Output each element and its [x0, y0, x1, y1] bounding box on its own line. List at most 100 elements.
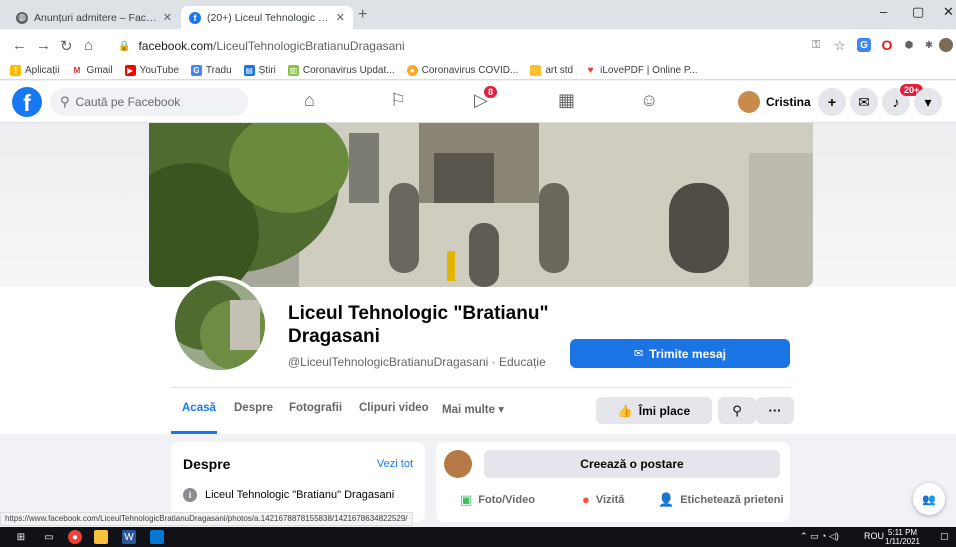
bookmark-ilovepdf[interactable]: ♥ iLovePDF | Online P...	[585, 65, 698, 76]
bookmark-label: YouTube	[139, 65, 179, 76]
bookmark-apps[interactable]: ⋮ Aplicații	[10, 65, 59, 76]
star-icon[interactable]: ☆	[834, 38, 846, 54]
reload-icon[interactable]: ↻	[60, 37, 73, 55]
search-input[interactable]: ⚲ Caută pe Facebook	[50, 88, 248, 116]
notification-center-icon[interactable]: ▢	[940, 531, 949, 542]
messenger-icon[interactable]: ✉	[850, 88, 878, 116]
about-card: Despre Vezi tot i Liceul Tehnologic "Bra…	[171, 442, 425, 522]
groups-nav-icon[interactable]: ☺	[640, 90, 658, 111]
back-icon[interactable]: ←	[12, 37, 27, 54]
search-placeholder: Caută pe Facebook	[75, 95, 181, 109]
tab-facebook[interactable]: f (20+) Liceul Tehnologic "Bratianu ✕	[181, 6, 353, 29]
tab-acasa[interactable]: Acasă	[182, 402, 216, 414]
puzzle-icon[interactable]: ✱	[922, 38, 936, 52]
translate-icon: G	[190, 65, 202, 76]
bookmark-site-icon: ●	[406, 65, 418, 76]
messenger-icon: ✉	[634, 348, 644, 360]
word-icon[interactable]: W	[122, 530, 136, 544]
tray-icons[interactable]: ⌃ ▭ ◔ ◁)	[800, 531, 839, 542]
page-handle: @LiceulTehnologicBratianuDragasani · Edu…	[288, 355, 546, 369]
photo-video-button[interactable]: ▣ Foto/Video	[460, 492, 535, 508]
like-page-button[interactable]: 👍 Îmi place	[596, 397, 712, 424]
marketplace-nav-icon[interactable]: ▦	[558, 90, 575, 111]
bookmark-label: Tradu	[205, 65, 232, 76]
clock-date: 1/11/2021	[885, 537, 920, 546]
home-nav-icon[interactable]: ⌂	[304, 90, 315, 111]
bookmark-coronavirus-covid[interactable]: ● Coronavirus COVID...	[406, 65, 518, 76]
send-message-button[interactable]: ✉ Trimite mesaj	[570, 339, 790, 368]
create-button[interactable]: +	[818, 88, 846, 116]
divider	[171, 387, 791, 388]
photo-icon: ▣	[460, 492, 473, 507]
bookmark-label: Coronavirus Updat...	[302, 65, 395, 76]
file-explorer-icon[interactable]	[94, 530, 108, 544]
bookmarks-bar: ⋮ Aplicații M Gmail ▶ YouTube G Tradu ▤ Știri…	[0, 62, 956, 80]
thumbs-up-icon: 👍	[617, 403, 633, 418]
avatar	[444, 450, 472, 478]
bookmark-stiri[interactable]: ▤ Știri	[243, 65, 276, 76]
tag-friends-button[interactable]: 👤 Etichetează prieteni	[658, 492, 784, 508]
maximize-button[interactable]: ▢	[912, 4, 924, 20]
system-clock[interactable]: 5:11 PM 1/11/2021	[885, 528, 920, 546]
bookmark-art-std[interactable]: art std	[530, 65, 573, 76]
folder-icon	[530, 65, 542, 76]
bookmark-label: iLovePDF | Online P...	[600, 65, 698, 76]
check-in-button[interactable]: ● Vizită	[582, 492, 624, 507]
windows-start-icon[interactable]: ⊞	[14, 530, 28, 544]
minimize-button[interactable]: –	[880, 4, 887, 19]
language-indicator[interactable]: ROU	[864, 531, 884, 541]
profile-link[interactable]: Cristina	[738, 89, 811, 115]
address-bar[interactable]: 🔒 facebook.com /LiceulTehnologicBratianu…	[108, 33, 808, 59]
facebook-logo-icon[interactable]: f	[12, 87, 42, 117]
cover-photo[interactable]	[149, 123, 813, 287]
task-view-icon[interactable]: ▭	[42, 530, 56, 544]
bookmark-youtube[interactable]: ▶ YouTube	[124, 65, 179, 76]
close-tab-icon[interactable]: ✕	[163, 11, 172, 24]
new-tab-button[interactable]: +	[358, 6, 367, 24]
tab-fotografii[interactable]: Fotografii	[289, 402, 342, 414]
create-post-button[interactable]: Creează o postare	[484, 450, 780, 478]
bookmark-label: art std	[545, 65, 574, 76]
forward-icon[interactable]: →	[36, 37, 51, 54]
facebook-header: f ⚲ Caută pe Facebook ⌂ ⚐ ▷ 8 ▦ ☺ Cristi…	[0, 81, 956, 123]
about-row: i Liceul Tehnologic "Bratianu" Dragasani	[183, 488, 394, 502]
page-title: Liceul Tehnologic "Bratianu" Dragasani	[288, 303, 549, 347]
tag-friends-label: Etichetează prieteni	[680, 494, 784, 506]
pages-nav-icon[interactable]: ⚐	[390, 90, 406, 111]
photos-icon[interactable]	[150, 530, 164, 544]
translate-extension-icon[interactable]: G	[857, 38, 871, 52]
bookmark-site-icon: ▥	[287, 65, 299, 76]
home-icon[interactable]: ⌂	[84, 37, 93, 54]
bookmark-coronavirus-update[interactable]: ▥ Coronavirus Updat...	[287, 65, 395, 76]
tab-admitere[interactable]: ◍ Anunțuri admitere – Facultatea d ✕	[8, 6, 180, 29]
tab-clipuri-video[interactable]: Clipuri video	[359, 402, 429, 414]
close-window-button[interactable]: ✕	[943, 4, 954, 20]
bookmark-label: Știri	[258, 65, 276, 76]
extension-icon[interactable]: ⬢	[902, 38, 916, 52]
search-icon: ⚲	[732, 402, 742, 418]
send-message-label: Trimite mesaj	[649, 346, 726, 361]
about-text: Liceul Tehnologic "Bratianu" Dragasani	[205, 489, 395, 501]
close-tab-icon[interactable]: ✕	[336, 11, 345, 24]
people-icon: 👥	[922, 493, 936, 506]
info-icon: i	[183, 488, 197, 502]
more-options-button[interactable]: ···	[756, 397, 794, 424]
bookmark-gmail[interactable]: M Gmail	[71, 65, 113, 76]
opera-extension-icon[interactable]: O	[880, 37, 894, 53]
chrome-icon[interactable]: ●	[68, 530, 82, 544]
see-all-link[interactable]: Vezi tot	[377, 458, 413, 470]
account-menu-icon[interactable]: ▾	[914, 88, 942, 116]
profile-image	[175, 280, 265, 370]
key-icon[interactable]: ⚿	[812, 39, 820, 52]
profile-avatar-icon[interactable]	[939, 38, 953, 52]
user-name: Cristina	[766, 95, 811, 109]
toolbar: ← → ↻ ⌂ 🔒 facebook.com /LiceulTehnologic…	[0, 29, 956, 62]
status-url-bar: https://www.facebook.com/LiceulTehnologi…	[0, 512, 413, 526]
page-profile-picture[interactable]	[171, 276, 269, 374]
tab-despre[interactable]: Despre	[234, 402, 273, 414]
bookmark-tradu[interactable]: G Tradu	[190, 65, 232, 76]
search-page-button[interactable]: ⚲	[718, 397, 756, 424]
tab-mai-multe[interactable]: Mai multe ▾	[442, 402, 504, 416]
bookmark-label: Gmail	[86, 65, 113, 76]
chat-contacts-button[interactable]: 👥	[913, 483, 945, 515]
